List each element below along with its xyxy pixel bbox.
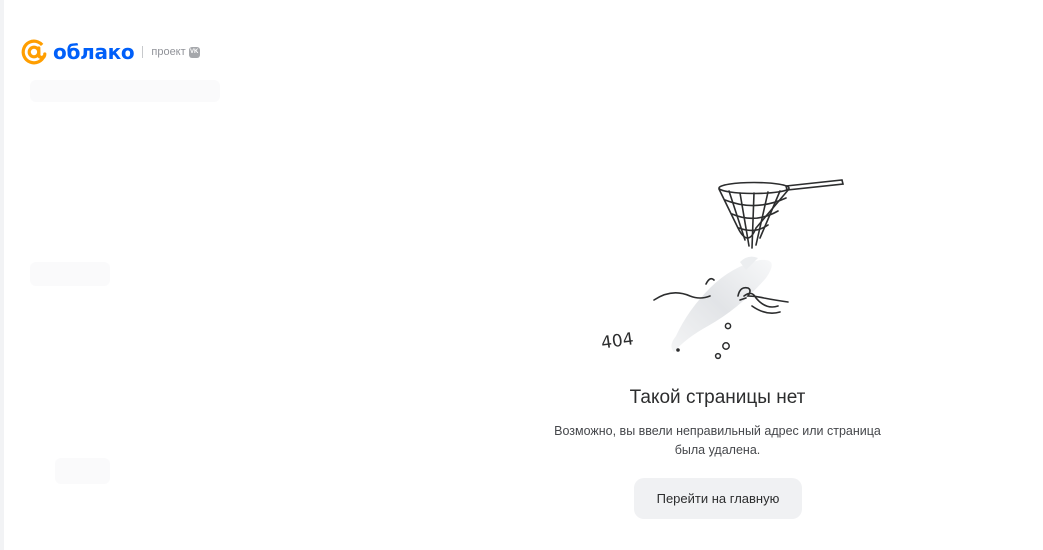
left-edge-divider	[0, 0, 4, 550]
sidebar-placeholder	[30, 80, 220, 102]
error-page: облако проект VK 404 Такой страницы нет …	[0, 0, 1043, 550]
error-message: Возможно, вы ввели неправильный адрес ил…	[520, 422, 915, 460]
error-title: Такой страницы нет	[629, 387, 806, 408]
vk-badge-text: VK	[190, 49, 199, 55]
at-sign-icon	[21, 39, 47, 65]
bubbles	[714, 322, 732, 360]
fish-escaping-net-illustration: 404	[600, 179, 844, 360]
sidebar-placeholder	[30, 262, 110, 286]
logo-text: облако	[53, 40, 135, 64]
go-home-button[interactable]: Перейти на главную	[634, 478, 802, 519]
net-icon	[718, 179, 844, 249]
vk-icon: VK	[188, 46, 200, 58]
project-label: проект	[151, 46, 186, 58]
fish-icon	[671, 256, 772, 355]
sidebar-placeholder	[55, 458, 110, 484]
error-code: 404	[600, 329, 635, 353]
logo-divider	[142, 46, 144, 58]
cloud-logo-link[interactable]: облако проект VK	[20, 36, 200, 68]
error-message-line: была удалена.	[674, 443, 761, 457]
error-message-line: Возможно, вы ввели неправильный адрес ил…	[554, 424, 881, 438]
